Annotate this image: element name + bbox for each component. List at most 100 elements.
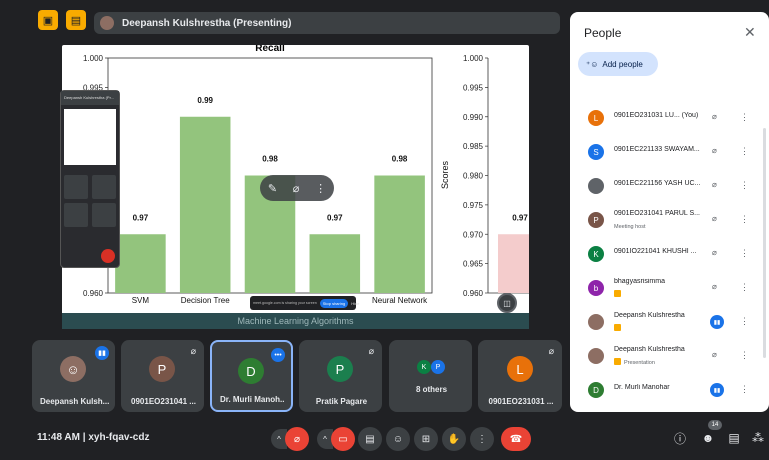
participant-more-icon[interactable]: ⋮ xyxy=(740,282,749,293)
participant-more-icon[interactable]: ⋮ xyxy=(740,316,749,327)
participant-row[interactable]: D Dr. Murli Manohar ▮▮ ⋮ xyxy=(570,374,769,408)
mini-tile xyxy=(64,175,88,199)
present-view-icon[interactable]: ▣ xyxy=(38,10,58,30)
more-options-icon[interactable]: ⋮ xyxy=(315,182,326,195)
activities-icon[interactable]: ⁂ xyxy=(750,430,766,446)
participant-more-icon[interactable]: ⋮ xyxy=(740,214,749,225)
x-tick-label: Decision Tree xyxy=(181,296,230,305)
stop-presenting-icon[interactable]: ▤ xyxy=(66,10,86,30)
participant-more-icon[interactable]: ⋮ xyxy=(740,112,749,123)
participant-count-badge: 14 xyxy=(708,420,722,430)
pin-icon[interactable]: ✎ xyxy=(268,182,277,195)
participant-avatar: b xyxy=(588,280,604,296)
y-tick-label: 0.980 xyxy=(463,172,484,181)
y-tick-label: 1.000 xyxy=(83,54,104,63)
participant-row[interactable]: LUBHANSHU KAWADKAR⌀⋮ xyxy=(570,408,769,412)
more-options-button[interactable]: ⋮ xyxy=(470,427,494,451)
close-icon[interactable]: ✕ xyxy=(744,24,756,41)
mic-off-icon[interactable]: ⌀ xyxy=(712,214,717,223)
meeting-info: 11:48 AM | xyh-fqav-cdz xyxy=(37,432,149,443)
mini-hangup-button[interactable] xyxy=(101,249,115,263)
participant-role: Meeting host xyxy=(614,224,646,230)
presenting-indicator[interactable]: Deepansh Kulshrestha (Presenting) xyxy=(94,12,560,34)
mic-off-icon[interactable]: ⌀ xyxy=(712,180,717,189)
captions-button[interactable]: ▤ xyxy=(358,427,382,451)
participant-more-icon[interactable]: ⋮ xyxy=(740,146,749,157)
mic-off-icon[interactable]: ⌀ xyxy=(712,350,717,359)
participant-row[interactable]: K 0901IO221041 KHUSHI ... ⌀ ⋮ xyxy=(570,238,769,272)
participant-name: 0901EC221133 SWAYAM... xyxy=(614,146,700,153)
participant-more-icon[interactable]: ⋮ xyxy=(740,384,749,395)
mic-off-icon[interactable]: ⌀ xyxy=(712,282,717,291)
y-tick-label: 0.995 xyxy=(463,83,484,92)
leave-call-button[interactable]: ☎ xyxy=(501,427,531,451)
emoji-button[interactable]: ☺ xyxy=(386,427,410,451)
hide-share-bar-button[interactable]: Hide xyxy=(351,301,359,306)
bar-value-label: 0.97 xyxy=(512,213,528,222)
add-people-label: Add people xyxy=(602,59,643,69)
mic-off-icon[interactable]: ⌀ xyxy=(712,112,717,121)
bar-value-label: 0.97 xyxy=(133,213,149,222)
speaking-icon: ▮▮ xyxy=(710,315,724,329)
participant-row[interactable]: 0901EC221156 YASH UC... ⌀ ⋮ xyxy=(570,170,769,204)
mute-icon[interactable]: ⌀ xyxy=(293,182,300,195)
more-options-icon[interactable]: ••• xyxy=(271,348,285,362)
participant-name: 0901EC221156 YASH UC... xyxy=(614,180,701,187)
screen-share-bar: meet.google.com is sharing your screen S… xyxy=(250,296,359,310)
panel-title: People xyxy=(584,26,622,40)
mini-tile xyxy=(92,175,116,199)
camera-off-button[interactable]: ▭ xyxy=(331,427,355,451)
presentation-tag-icon xyxy=(614,358,621,365)
people-icon[interactable]: ☻ xyxy=(700,430,716,446)
mini-tile xyxy=(92,203,116,227)
mic-off-button[interactable]: ⌀ xyxy=(285,427,309,451)
bar-value-label: 0.98 xyxy=(262,155,278,164)
participant-tile[interactable]: L ⌀ 0901EO231031 ... xyxy=(478,340,562,412)
mic-off-icon[interactable]: ⌀ xyxy=(712,248,717,257)
participant-row[interactable]: b bhagyasrisimma ⌀ ⋮ xyxy=(570,272,769,306)
avatar: L xyxy=(507,356,533,382)
participant-avatar: D xyxy=(588,382,604,398)
avatar: P xyxy=(149,356,175,382)
present-button[interactable]: ⊞ xyxy=(414,427,438,451)
raise-hand-button[interactable]: ✋ xyxy=(442,427,466,451)
top-bar: ▣ ▤ Deepansh Kulshrestha (Presenting) xyxy=(0,0,564,42)
y-tick-label: 0.970 xyxy=(463,230,484,239)
mic-off-icon[interactable]: ⌀ xyxy=(712,146,717,155)
participant-tile[interactable]: P ⌀ 0901EO231041 ... xyxy=(121,340,204,412)
y-tick-label: 0.985 xyxy=(463,142,484,151)
share-bar-text: meet.google.com is sharing your screen xyxy=(253,301,317,305)
avatar: K xyxy=(417,360,431,374)
pip-icon[interactable]: ◫ xyxy=(497,293,517,313)
participant-name: Dr. Murli Manohar xyxy=(614,384,670,391)
mini-meet-panel: Deepansh Kulshrestha (Pr... xyxy=(60,90,120,268)
participant-name: 0901IO221041 KHUSHI ... xyxy=(614,248,697,255)
people-panel: People ✕ ⁺☺ Add people L 0901EO231031 LU.… xyxy=(570,12,769,412)
participant-row[interactable]: S 0901EC221133 SWAYAM... ⌀ ⋮ xyxy=(570,136,769,170)
meet-window: ▣ ▤ Deepansh Kulshrestha (Presenting) Re… xyxy=(0,0,769,460)
participant-row[interactable]: Deepansh Kulshrestha Presentation ⌀ ⋮ xyxy=(570,340,769,374)
bar xyxy=(374,175,425,293)
participant-name: 0901EO231031 ... xyxy=(488,397,554,406)
participant-name: Deepansh Kulshrestha xyxy=(614,346,685,353)
participant-more-icon[interactable]: ⋮ xyxy=(740,350,749,361)
participant-tile[interactable]: P ⌀ Pratik Pagare xyxy=(299,340,382,412)
add-people-button[interactable]: ⁺☺ Add people xyxy=(578,52,658,76)
participant-name: bhagyasrisimma xyxy=(614,278,665,285)
participant-name: Deepansh Kulsh... xyxy=(40,397,109,406)
participant-more-icon[interactable]: ⋮ xyxy=(740,180,749,191)
participant-row[interactable]: Deepansh Kulshrestha ▮▮ ⋮ xyxy=(570,306,769,340)
participant-row[interactable]: P 0901EO231041 PARUL S... Meeting host ⌀ ⋮ xyxy=(570,204,769,238)
participant-tile[interactable]: ☺ ▮▮ Deepansh Kulsh... xyxy=(32,340,115,412)
participant-tile[interactable]: D ••• Dr. Murli Manoh... xyxy=(210,340,293,412)
others-tile[interactable]: K P 8 others xyxy=(389,340,472,412)
chat-icon[interactable]: ▤ xyxy=(726,430,742,446)
presentation-tag-icon xyxy=(614,324,621,331)
info-icon[interactable]: ⓘ xyxy=(672,430,688,446)
participant-name: 0901EO231031 LU... (You) xyxy=(614,112,699,119)
y-axis-label: Scores xyxy=(440,160,450,189)
stop-sharing-button[interactable]: Stop sharing xyxy=(319,298,349,308)
panel-scrollbar[interactable] xyxy=(763,128,766,358)
participant-more-icon[interactable]: ⋮ xyxy=(740,248,749,259)
participant-row[interactable]: L 0901EO231031 LU... (You) ⌀ ⋮ xyxy=(570,102,769,136)
